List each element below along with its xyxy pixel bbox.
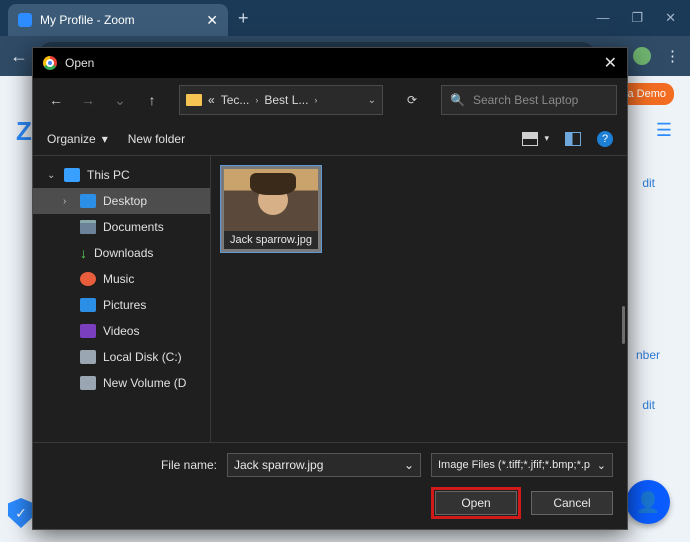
thumbnail-image — [224, 169, 318, 231]
videos-icon — [80, 324, 96, 338]
file-name: Jack sparrow.jpg — [224, 231, 318, 249]
edit-link-1[interactable]: dit — [642, 176, 655, 190]
chrome-icon — [43, 56, 57, 70]
window-controls: — ❐ ✕ — [596, 10, 690, 26]
tree-pictures[interactable]: Pictures — [33, 292, 210, 318]
browser-menu-icon[interactable]: ⋮ — [665, 47, 680, 65]
filetype-value: Image Files (*.tiff;*.jfif;*.bmp;*.p — [438, 459, 590, 471]
pc-icon — [64, 168, 80, 182]
filetype-select[interactable]: Image Files (*.tiff;*.jfif;*.bmp;*.p ⌄ — [431, 453, 613, 477]
new-tab-button[interactable]: + — [238, 8, 249, 29]
scrollbar-thumb[interactable] — [622, 306, 625, 344]
browser-back-icon[interactable]: ← — [10, 46, 28, 67]
new-folder-button[interactable]: New folder — [128, 132, 185, 146]
number-link[interactable]: nber — [636, 348, 660, 362]
tree-downloads[interactable]: ↓Downloads — [33, 240, 210, 266]
file-thumbnail[interactable]: Jack sparrow.jpg — [221, 166, 321, 252]
organize-label: Organize — [47, 132, 96, 146]
chevron-down-icon: ▾ — [102, 132, 108, 146]
search-icon: 🔍 — [450, 93, 465, 107]
dialog-nav: ← → ⌄ ↑ « Tec... › Best L... › ⌄ ⟳ 🔍 Sea… — [33, 78, 627, 122]
organize-button[interactable]: Organize ▾ — [47, 132, 108, 146]
search-placeholder: Search Best Laptop — [473, 93, 578, 107]
nav-back-icon[interactable]: ← — [43, 87, 69, 113]
new-folder-label: New folder — [128, 132, 185, 146]
tree-videos[interactable]: Videos — [33, 318, 210, 344]
nav-recent-icon[interactable]: ⌄ — [107, 87, 133, 113]
downloads-icon: ↓ — [80, 246, 87, 260]
chevron-right-icon[interactable]: › — [63, 196, 73, 207]
dialog-title: Open — [65, 56, 94, 70]
preview-pane-icon[interactable] — [565, 132, 581, 146]
search-input[interactable]: 🔍 Search Best Laptop — [441, 85, 617, 115]
view-mode-button[interactable]: ▾ — [522, 132, 549, 146]
help-icon[interactable]: ? — [597, 131, 613, 147]
edit-link-2[interactable]: dit — [642, 398, 655, 412]
zoom-logo: Z — [16, 116, 31, 147]
disk-icon — [80, 376, 96, 390]
page-menu-icon[interactable]: ☰ — [656, 120, 672, 141]
nav-tree: ⌄This PC ›Desktop Documents ↓Downloads M… — [33, 156, 211, 442]
nav-up-icon[interactable]: ↑ — [139, 87, 165, 113]
tree-local-disk[interactable]: Local Disk (C:) — [33, 344, 210, 370]
file-list[interactable]: Jack sparrow.jpg — [211, 156, 627, 442]
nav-forward-icon: → — [75, 87, 101, 113]
open-button[interactable]: Open — [435, 491, 517, 515]
tree-this-pc[interactable]: ⌄This PC — [33, 162, 210, 188]
zoom-favicon — [18, 13, 32, 27]
dialog-footer: File name: Jack sparrow.jpg ⌄ Image File… — [33, 442, 627, 529]
chevron-right-icon: › — [255, 95, 258, 105]
path-breadcrumb[interactable]: « Tec... › Best L... › ⌄ — [179, 85, 383, 115]
chevron-down-icon[interactable]: ⌄ — [597, 459, 606, 472]
tree-desktop[interactable]: ›Desktop — [33, 188, 210, 214]
path-seg-1[interactable]: Tec... — [221, 93, 250, 107]
path-seg-2[interactable]: Best L... — [264, 93, 308, 107]
profile-icon[interactable] — [633, 47, 651, 65]
view-icon — [522, 132, 538, 146]
help-fab[interactable]: 👤 — [626, 480, 670, 524]
dialog-toolbar: Organize ▾ New folder ▾ ? — [33, 122, 627, 156]
tree-documents[interactable]: Documents — [33, 214, 210, 240]
cancel-button[interactable]: Cancel — [531, 491, 613, 515]
chevron-down-icon[interactable]: ⌄ — [47, 170, 57, 181]
tab-title: My Profile - Zoom — [40, 13, 135, 27]
filename-label: File name: — [47, 458, 217, 472]
music-icon — [80, 272, 96, 286]
chevron-right-icon: › — [314, 95, 317, 105]
file-open-dialog: Open ✕ ← → ⌄ ↑ « Tec... › Best L... › ⌄ … — [32, 47, 628, 530]
dialog-close-icon[interactable]: ✕ — [604, 53, 617, 73]
desktop-icon — [80, 194, 96, 208]
documents-icon — [80, 220, 96, 234]
tree-new-volume[interactable]: New Volume (D — [33, 370, 210, 396]
window-maximize-icon[interactable]: ❐ — [631, 10, 643, 26]
chevron-down-icon[interactable]: ⌄ — [404, 458, 414, 472]
refresh-icon[interactable]: ⟳ — [397, 85, 427, 115]
tree-music[interactable]: Music — [33, 266, 210, 292]
disk-icon — [80, 350, 96, 364]
window-close-icon[interactable]: ✕ — [665, 10, 676, 26]
path-prefix: « — [208, 93, 215, 107]
tab-close-icon[interactable]: ✕ — [206, 12, 218, 29]
filename-value: Jack sparrow.jpg — [234, 458, 323, 472]
filename-input[interactable]: Jack sparrow.jpg ⌄ — [227, 453, 421, 477]
pictures-icon — [80, 298, 96, 312]
window-minimize-icon[interactable]: — — [596, 10, 609, 26]
dialog-titlebar: Open ✕ — [33, 48, 627, 78]
browser-tab[interactable]: My Profile - Zoom ✕ — [8, 4, 228, 36]
person-icon: 👤 — [636, 490, 661, 515]
chevron-down-icon: ▾ — [544, 133, 549, 144]
folder-icon — [186, 94, 202, 106]
dialog-body: ⌄This PC ›Desktop Documents ↓Downloads M… — [33, 156, 627, 442]
browser-titlebar: My Profile - Zoom ✕ + — ❐ ✕ — [0, 0, 690, 36]
chevron-down-icon[interactable]: ⌄ — [368, 95, 376, 106]
